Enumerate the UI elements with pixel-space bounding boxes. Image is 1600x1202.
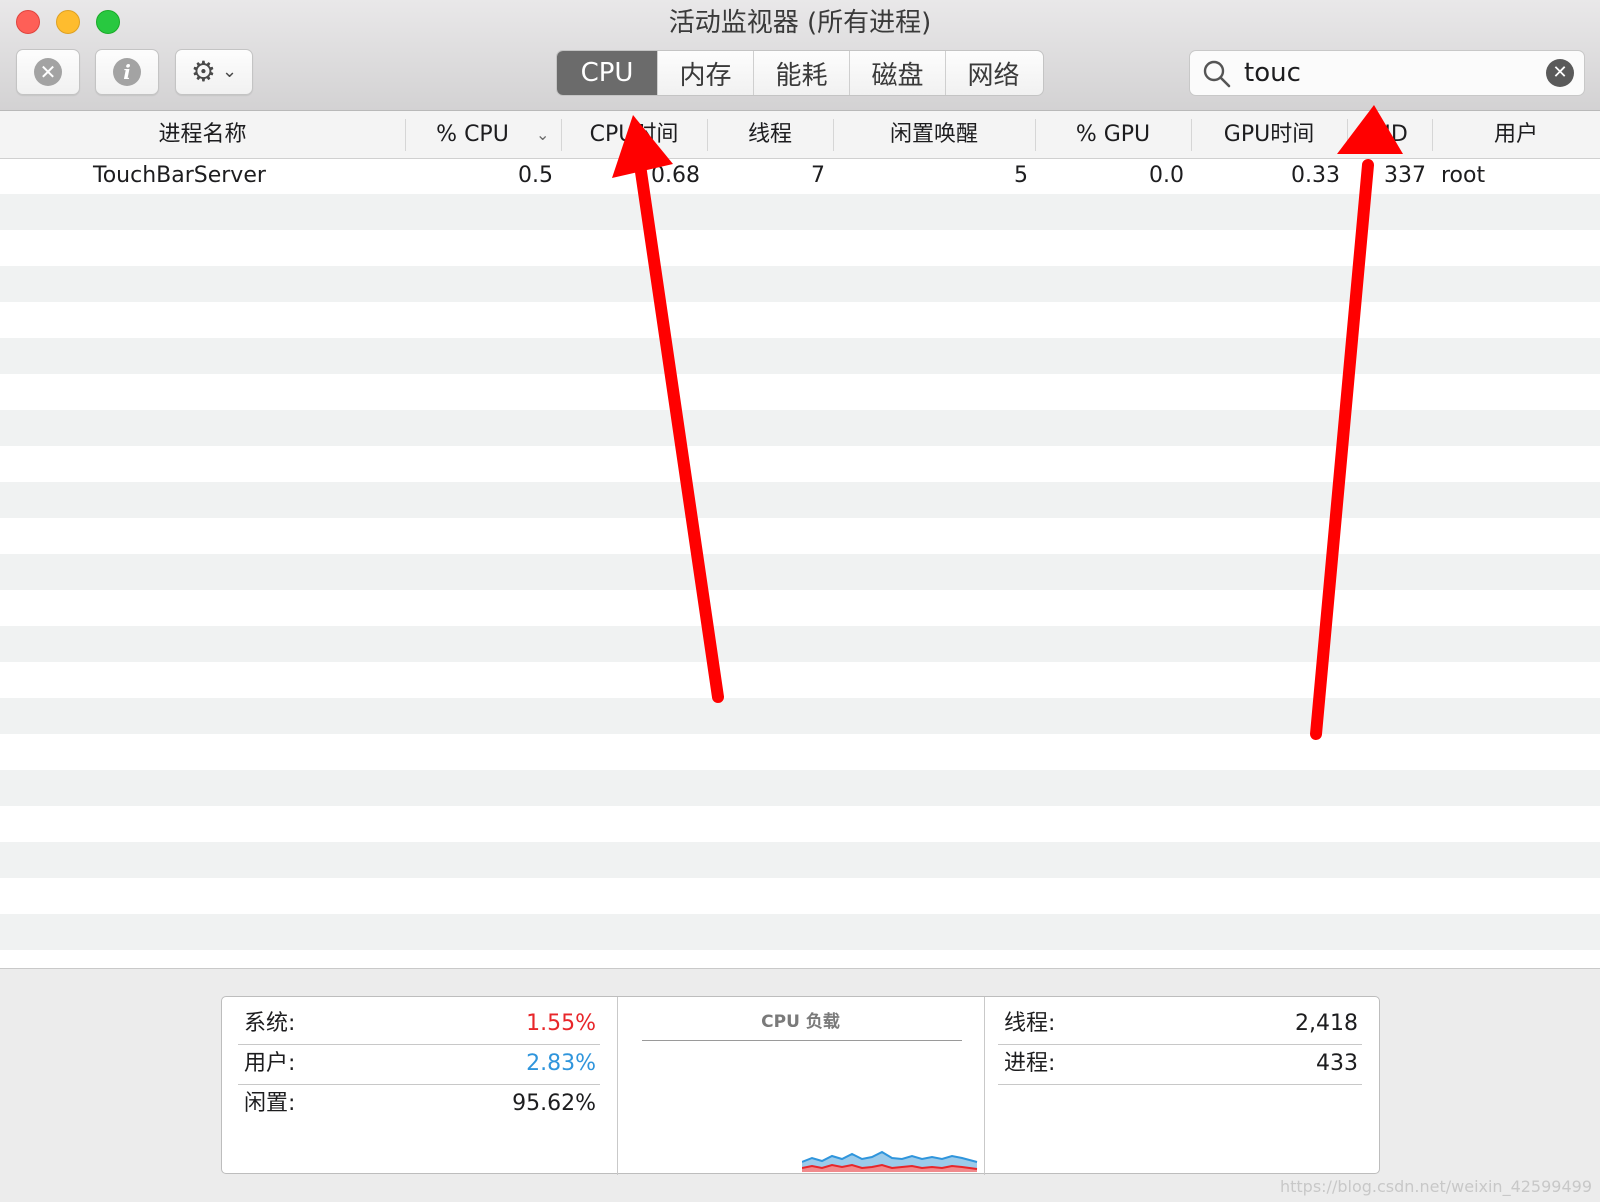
cpu-load-title: CPU 负载 <box>761 1012 840 1032</box>
cell-threads: 7 <box>811 163 825 188</box>
cell-pid: 337 <box>1384 163 1426 188</box>
cell-cpu-time: 0.68 <box>651 163 700 188</box>
chevron-down-icon: ⌄ <box>222 61 238 82</box>
process-table <box>0 158 1600 968</box>
sort-chevron-icon: ⌄ <box>536 125 550 144</box>
cell-user: root <box>1441 163 1486 188</box>
column-user[interactable]: 用户 <box>1432 111 1600 158</box>
cpu-load-graph <box>802 1150 978 1172</box>
stop-icon: ✕ <box>34 58 62 86</box>
cell-gpu-time: 0.33 <box>1291 163 1340 188</box>
watermark: https://blog.csdn.net/weixin_42599499 <box>1279 1177 1592 1196</box>
info-icon: i <box>113 58 141 86</box>
stat-system: 系统: 1.55% <box>244 1011 596 1036</box>
tab-energy[interactable]: 能耗 <box>753 51 849 95</box>
titlebar: 活动监视器 (所有进程) ✕ i ⚙ ⌄ CPU 内存 能耗 磁盘 网络 tou… <box>0 0 1600 111</box>
column-pid[interactable]: PID <box>1347 111 1432 158</box>
column-cpu-time[interactable]: CPU时间 <box>561 111 707 158</box>
search-input[interactable]: touc <box>1244 51 1301 95</box>
search-field[interactable]: touc ✕ <box>1189 50 1585 96</box>
cpu-load-rule <box>642 1040 962 1041</box>
search-icon <box>1203 60 1231 88</box>
cell-idle-wakeups: 5 <box>1014 163 1028 188</box>
tab-memory[interactable]: 内存 <box>657 51 753 95</box>
clear-icon[interactable]: ✕ <box>1546 59 1574 87</box>
gear-icon: ⚙ <box>190 55 216 88</box>
cell-cpu-percent: 0.5 <box>518 163 553 188</box>
stat-processes: 进程: 433 <box>1004 1051 1358 1076</box>
stat-idle: 闲置: 95.62% <box>244 1091 596 1116</box>
view-tabs: CPU 内存 能耗 磁盘 网络 <box>556 50 1044 96</box>
tab-network[interactable]: 网络 <box>945 51 1041 95</box>
table-header: 进程名称 % CPU ⌄ CPU时间 线程 闲置唤醒 % GPU GPU时间 P… <box>0 111 1600 159</box>
stop-process-button[interactable]: ✕ <box>16 49 80 95</box>
cell-gpu-percent: 0.0 <box>1149 163 1184 188</box>
action-menu-button[interactable]: ⚙ ⌄ <box>175 49 253 95</box>
column-gpu-time[interactable]: GPU时间 <box>1191 111 1347 158</box>
column-threads[interactable]: 线程 <box>707 111 833 158</box>
tab-disk[interactable]: 磁盘 <box>849 51 945 95</box>
inspect-process-button[interactable]: i <box>95 49 159 95</box>
window-title: 活动监视器 (所有进程) <box>668 8 932 38</box>
cell-process-name: TouchBarServer <box>93 163 266 188</box>
column-idle-wakeups[interactable]: 闲置唤醒 <box>833 111 1035 158</box>
cpu-summary-panel: 系统: 1.55% 用户: 2.83% 闲置: 95.62% CPU 负载 线程… <box>221 996 1380 1175</box>
column-process-name[interactable]: 进程名称 <box>0 111 405 158</box>
activity-monitor-window: 活动监视器 (所有进程) ✕ i ⚙ ⌄ CPU 内存 能耗 磁盘 网络 tou… <box>0 0 1600 1202</box>
stat-user: 用户: 2.83% <box>244 1051 596 1076</box>
column-gpu-percent[interactable]: % GPU <box>1035 111 1191 158</box>
stat-threads: 线程: 2,418 <box>1004 1011 1358 1036</box>
tab-cpu[interactable]: CPU <box>557 51 657 95</box>
